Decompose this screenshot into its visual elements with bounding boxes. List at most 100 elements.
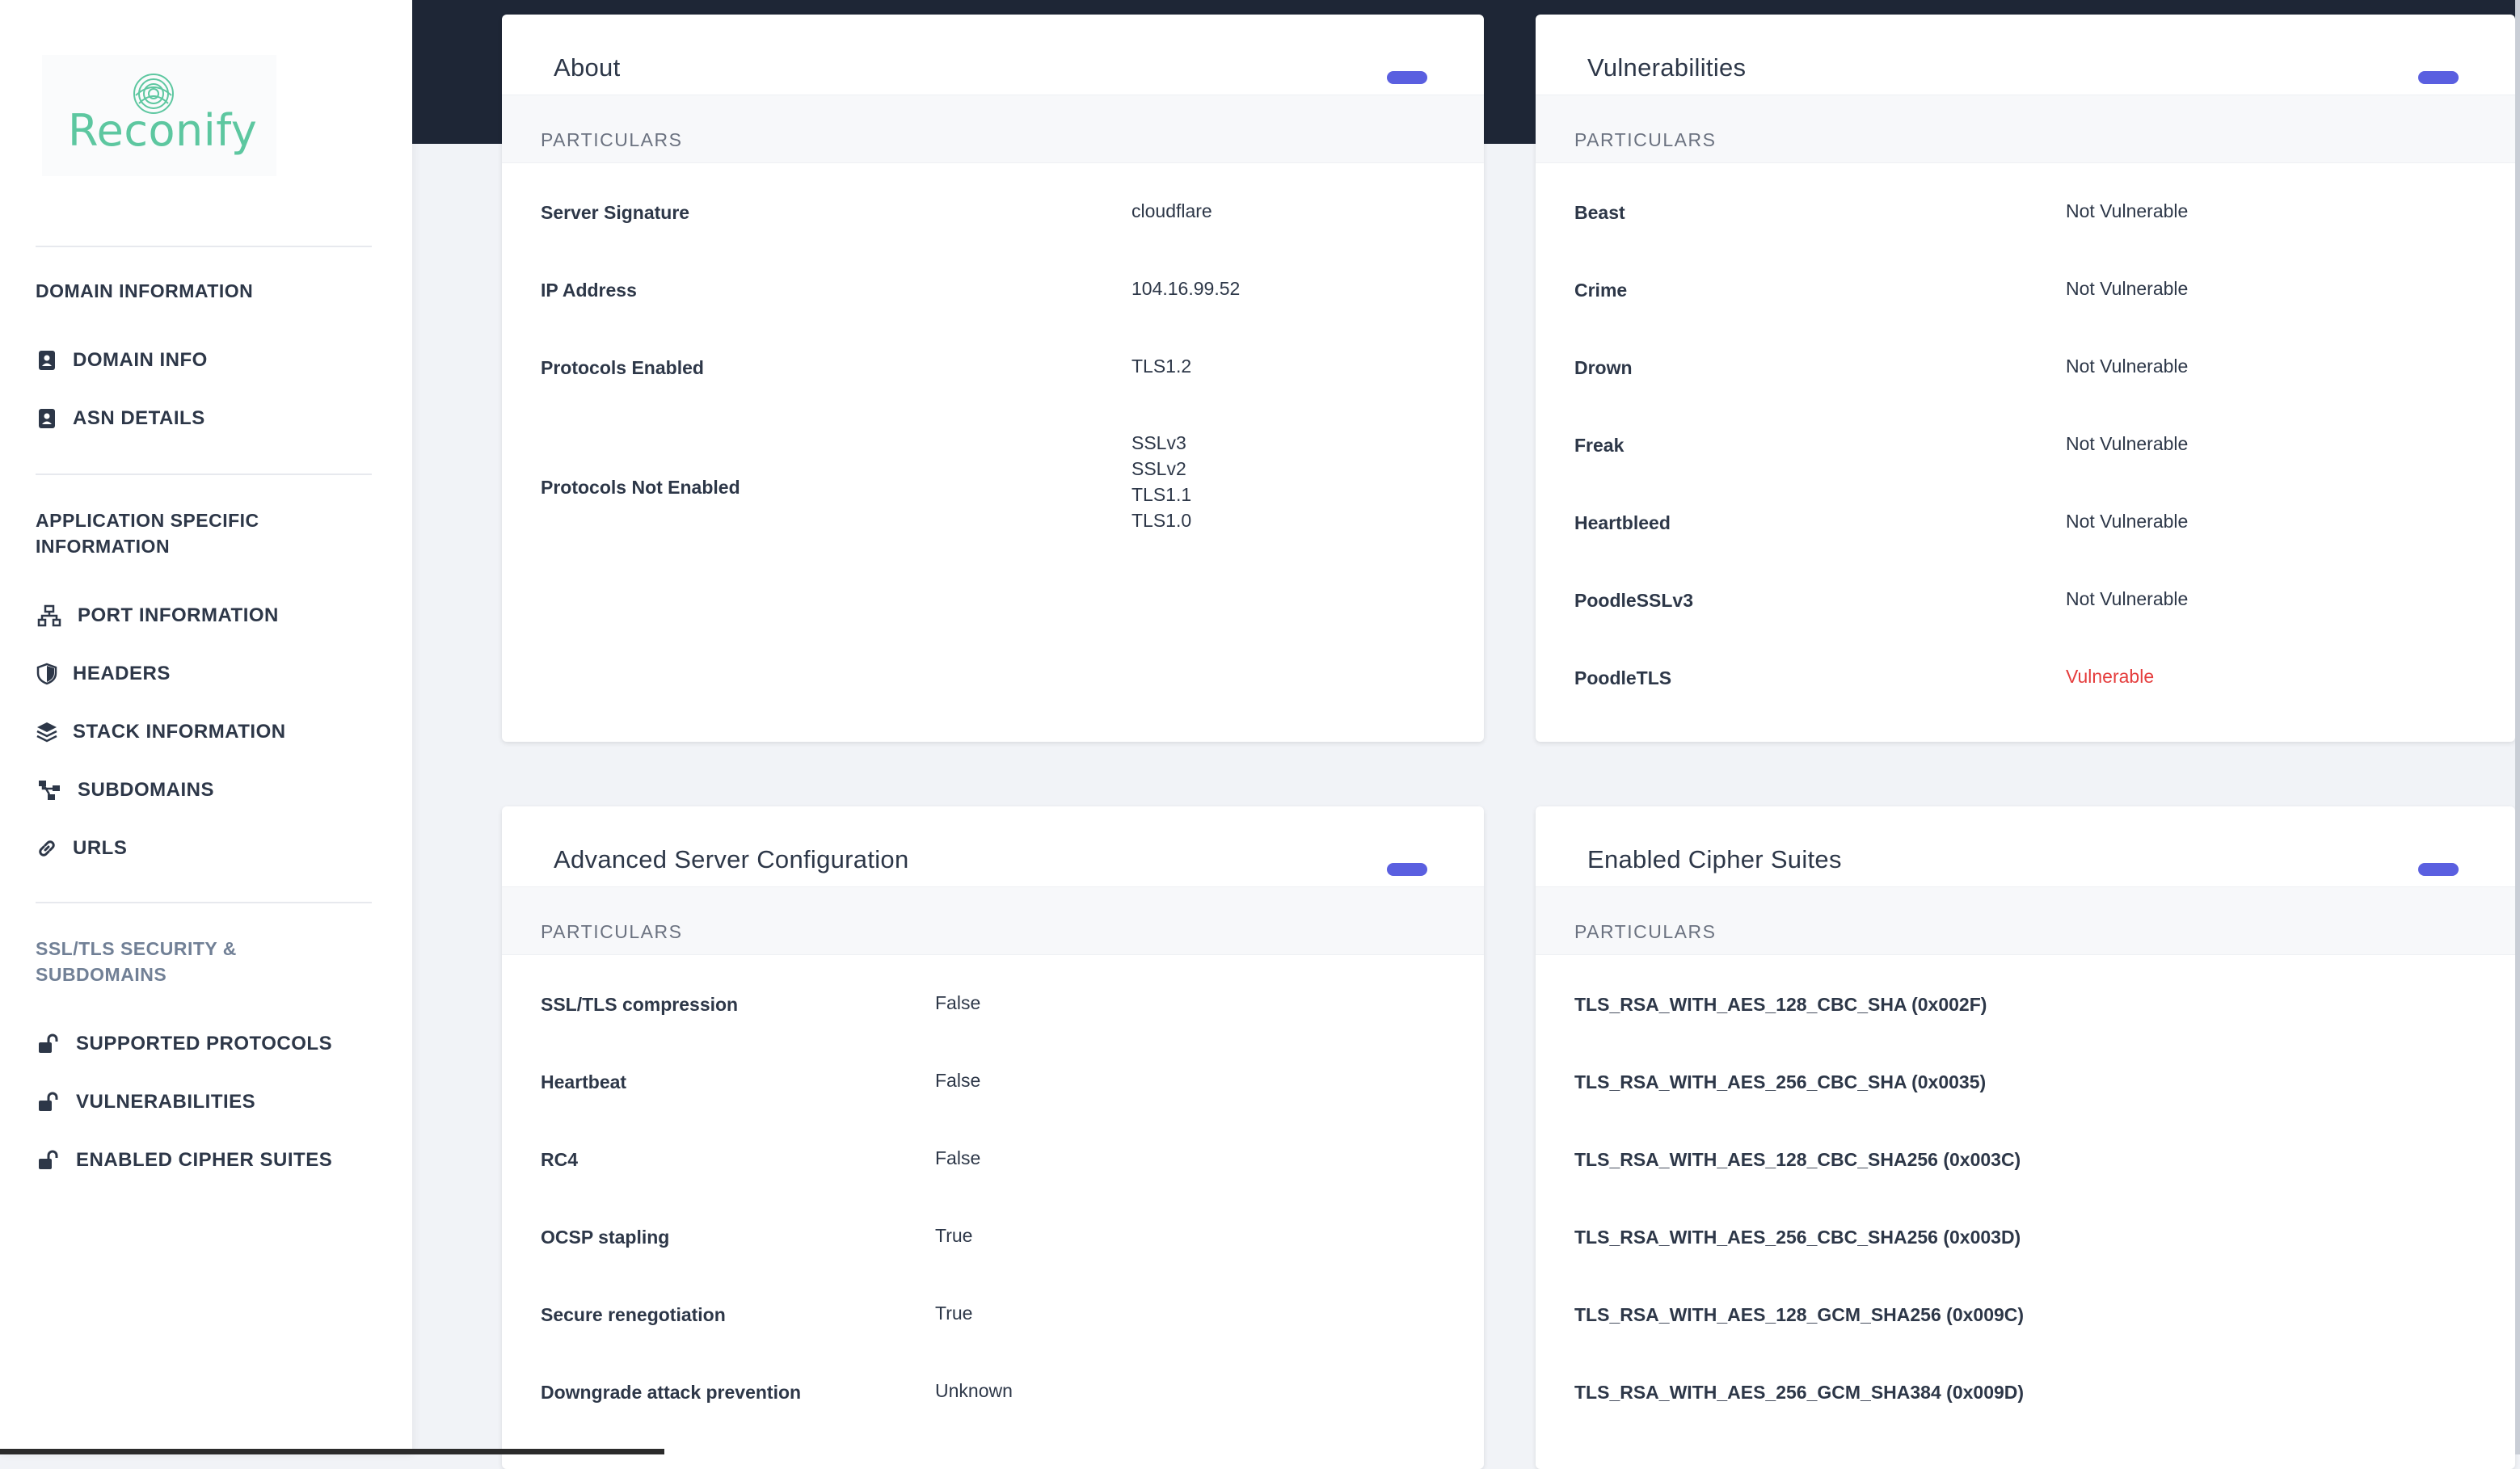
row-key: OCSP stapling (541, 1227, 670, 1248)
card-title: Advanced Server Configuration (554, 845, 909, 873)
cipher-suite: TLS_RSA_WITH_AES_128_GCM_SHA256 (0x009C) (1574, 1304, 2025, 1325)
row-value: 104.16.99.52 (1131, 278, 1241, 299)
sitemap-icon (39, 781, 60, 800)
sidebar-item-enabled-cipher-suites[interactable]: ENABLED CIPHER SUITES (36, 1144, 332, 1176)
row-key: Heartbleed (1574, 512, 1671, 533)
particulars-label: PARTICULARS (541, 921, 683, 942)
about-card: About PARTICULARS Server Signature cloud… (502, 15, 1484, 742)
card-header: Vulnerabilities (1536, 15, 2515, 95)
card-toggle-button[interactable] (1387, 863, 1427, 876)
row-value: False (935, 1070, 981, 1091)
sidebar-item-label: VULNERABILITIES (76, 1091, 256, 1113)
card-header: Enabled Cipher Suites (1536, 806, 2515, 887)
sidebar-item-subdomains[interactable]: SUBDOMAINS (36, 774, 214, 806)
row-key: Secure renegotiation (541, 1304, 726, 1325)
unlock-icon (39, 1033, 58, 1053)
row-value: Not Vulnerable (2066, 588, 2189, 609)
cipher-suite: TLS_RSA_WITH_AES_128_CBC_SHA256 (0x003C) (1574, 1149, 2021, 1170)
row-key: SSL/TLS compression (541, 994, 739, 1015)
row-value: Not Vulnerable (2066, 511, 2189, 532)
divider (36, 246, 372, 247)
card-toggle-button[interactable] (2418, 863, 2459, 876)
sidebar-item-label: ENABLED CIPHER SUITES (76, 1149, 333, 1171)
card-toggle-button[interactable] (1387, 71, 1427, 84)
sidebar-item-supported-protocols[interactable]: SUPPORTED PROTOCOLS (36, 1028, 332, 1060)
row-value: False (935, 992, 981, 1013)
row-value: SSLv3 (1131, 432, 1186, 453)
sidebar-item-label: URLS (73, 837, 128, 859)
cipher-suites-card: Enabled Cipher Suites PARTICULARS TLS_RS… (1536, 806, 2515, 1469)
layers-icon (36, 722, 57, 743)
row-value: TLS1.0 (1131, 510, 1192, 531)
cipher-suite: TLS_RSA_WITH_AES_256_CBC_SHA256 (0x003D) (1574, 1227, 2021, 1248)
divider (36, 902, 372, 903)
row-key: Heartbeat (541, 1071, 627, 1092)
sidebar-item-label: STACK INFORMATION (73, 721, 286, 743)
sidebar-item-label: ASN DETAILS (73, 407, 205, 429)
row-value: True (935, 1303, 973, 1324)
row-key: Beast (1574, 202, 1625, 223)
particulars-header: PARTICULARS (1536, 95, 2515, 163)
row-value: Not Vulnerable (2066, 278, 2189, 299)
id-card-icon (39, 409, 55, 428)
card-header: Advanced Server Configuration (502, 806, 1484, 887)
particulars-label: PARTICULARS (1574, 921, 1717, 942)
row-key: IP Address (541, 280, 637, 301)
sidebar-item-stack-information[interactable]: STACK INFORMATION (36, 716, 286, 748)
row-value: TLS1.2 (1131, 356, 1192, 377)
cipher-suite: TLS_RSA_WITH_AES_256_CBC_SHA (0x0035) (1574, 1071, 1987, 1092)
sidebar-item-label: PORT INFORMATION (78, 604, 279, 626)
unlock-icon (39, 1092, 58, 1111)
particulars-header: PARTICULARS (502, 95, 1484, 163)
sidebar: Reconify DOMAIN INFORMATION DOMAIN INFO … (0, 0, 412, 1454)
particulars-label: PARTICULARS (541, 129, 683, 150)
sidebar-item-headers[interactable]: HEADERS (36, 658, 171, 690)
row-key: Server Signature (541, 202, 690, 223)
row-value: SSLv2 (1131, 458, 1186, 479)
link-icon (39, 840, 55, 857)
sidebar-item-label: SUBDOMAINS (78, 779, 215, 801)
section-title-application-info: APPLICATION SPECIFIC INFORMATION (36, 510, 259, 557)
row-key: Freak (1574, 435, 1625, 456)
row-key: PoodleSSLv3 (1574, 590, 1693, 611)
id-card-icon (39, 351, 55, 370)
scrollbar[interactable] (2515, 0, 2520, 1454)
sidebar-item-urls[interactable]: URLS (36, 832, 127, 865)
row-key: Crime (1574, 280, 1628, 301)
section-title-domain-information: DOMAIN INFORMATION (36, 280, 254, 301)
particulars-label: PARTICULARS (1574, 129, 1717, 150)
row-value: False (935, 1147, 981, 1168)
sidebar-item-port-information[interactable]: PORT INFORMATION (36, 600, 279, 632)
divider (36, 474, 372, 475)
row-value: True (935, 1225, 973, 1246)
advanced-config-card: Advanced Server Configuration PARTICULAR… (502, 806, 1484, 1469)
network-icon (37, 604, 61, 627)
bottom-bar (0, 1449, 664, 1454)
row-value: Not Vulnerable (2066, 433, 2189, 454)
row-key: Protocols Enabled (541, 357, 704, 378)
row-key: Drown (1574, 357, 1633, 378)
sidebar-item-domain-info[interactable]: DOMAIN INFO (36, 344, 208, 377)
sidebar-item-vulnerabilities[interactable]: VULNERABILITIES (36, 1086, 255, 1118)
card-title: Enabled Cipher Suites (1587, 845, 1842, 873)
brand-name: Reconify (68, 105, 258, 156)
card-title: About (554, 53, 621, 82)
sidebar-item-label: HEADERS (73, 663, 171, 684)
vulnerable-status: Vulnerable (2066, 666, 2155, 687)
logo[interactable]: Reconify (42, 55, 276, 176)
row-key: RC4 (541, 1149, 579, 1170)
row-value: Not Vulnerable (2066, 200, 2189, 221)
cipher-suite: TLS_RSA_WITH_AES_256_GCM_SHA384 (0x009D) (1574, 1382, 2025, 1403)
sidebar-item-asn-details[interactable]: ASN DETAILS (36, 402, 205, 435)
vulnerabilities-card: Vulnerabilities PARTICULARS Beast Not Vul… (1536, 15, 2515, 742)
row-value: TLS1.1 (1131, 484, 1192, 505)
row-key: PoodleTLS (1574, 667, 1672, 688)
card-toggle-button[interactable] (2418, 71, 2459, 84)
row-value: Unknown (935, 1380, 1013, 1401)
particulars-header: PARTICULARS (1536, 887, 2515, 955)
cipher-suite: TLS_RSA_WITH_AES_128_CBC_SHA (0x002F) (1574, 994, 1987, 1015)
particulars-header: PARTICULARS (502, 887, 1484, 955)
card-header: About (502, 15, 1484, 95)
sidebar-item-label: SUPPORTED PROTOCOLS (76, 1033, 333, 1054)
row-key: Protocols Not Enabled (541, 477, 740, 498)
